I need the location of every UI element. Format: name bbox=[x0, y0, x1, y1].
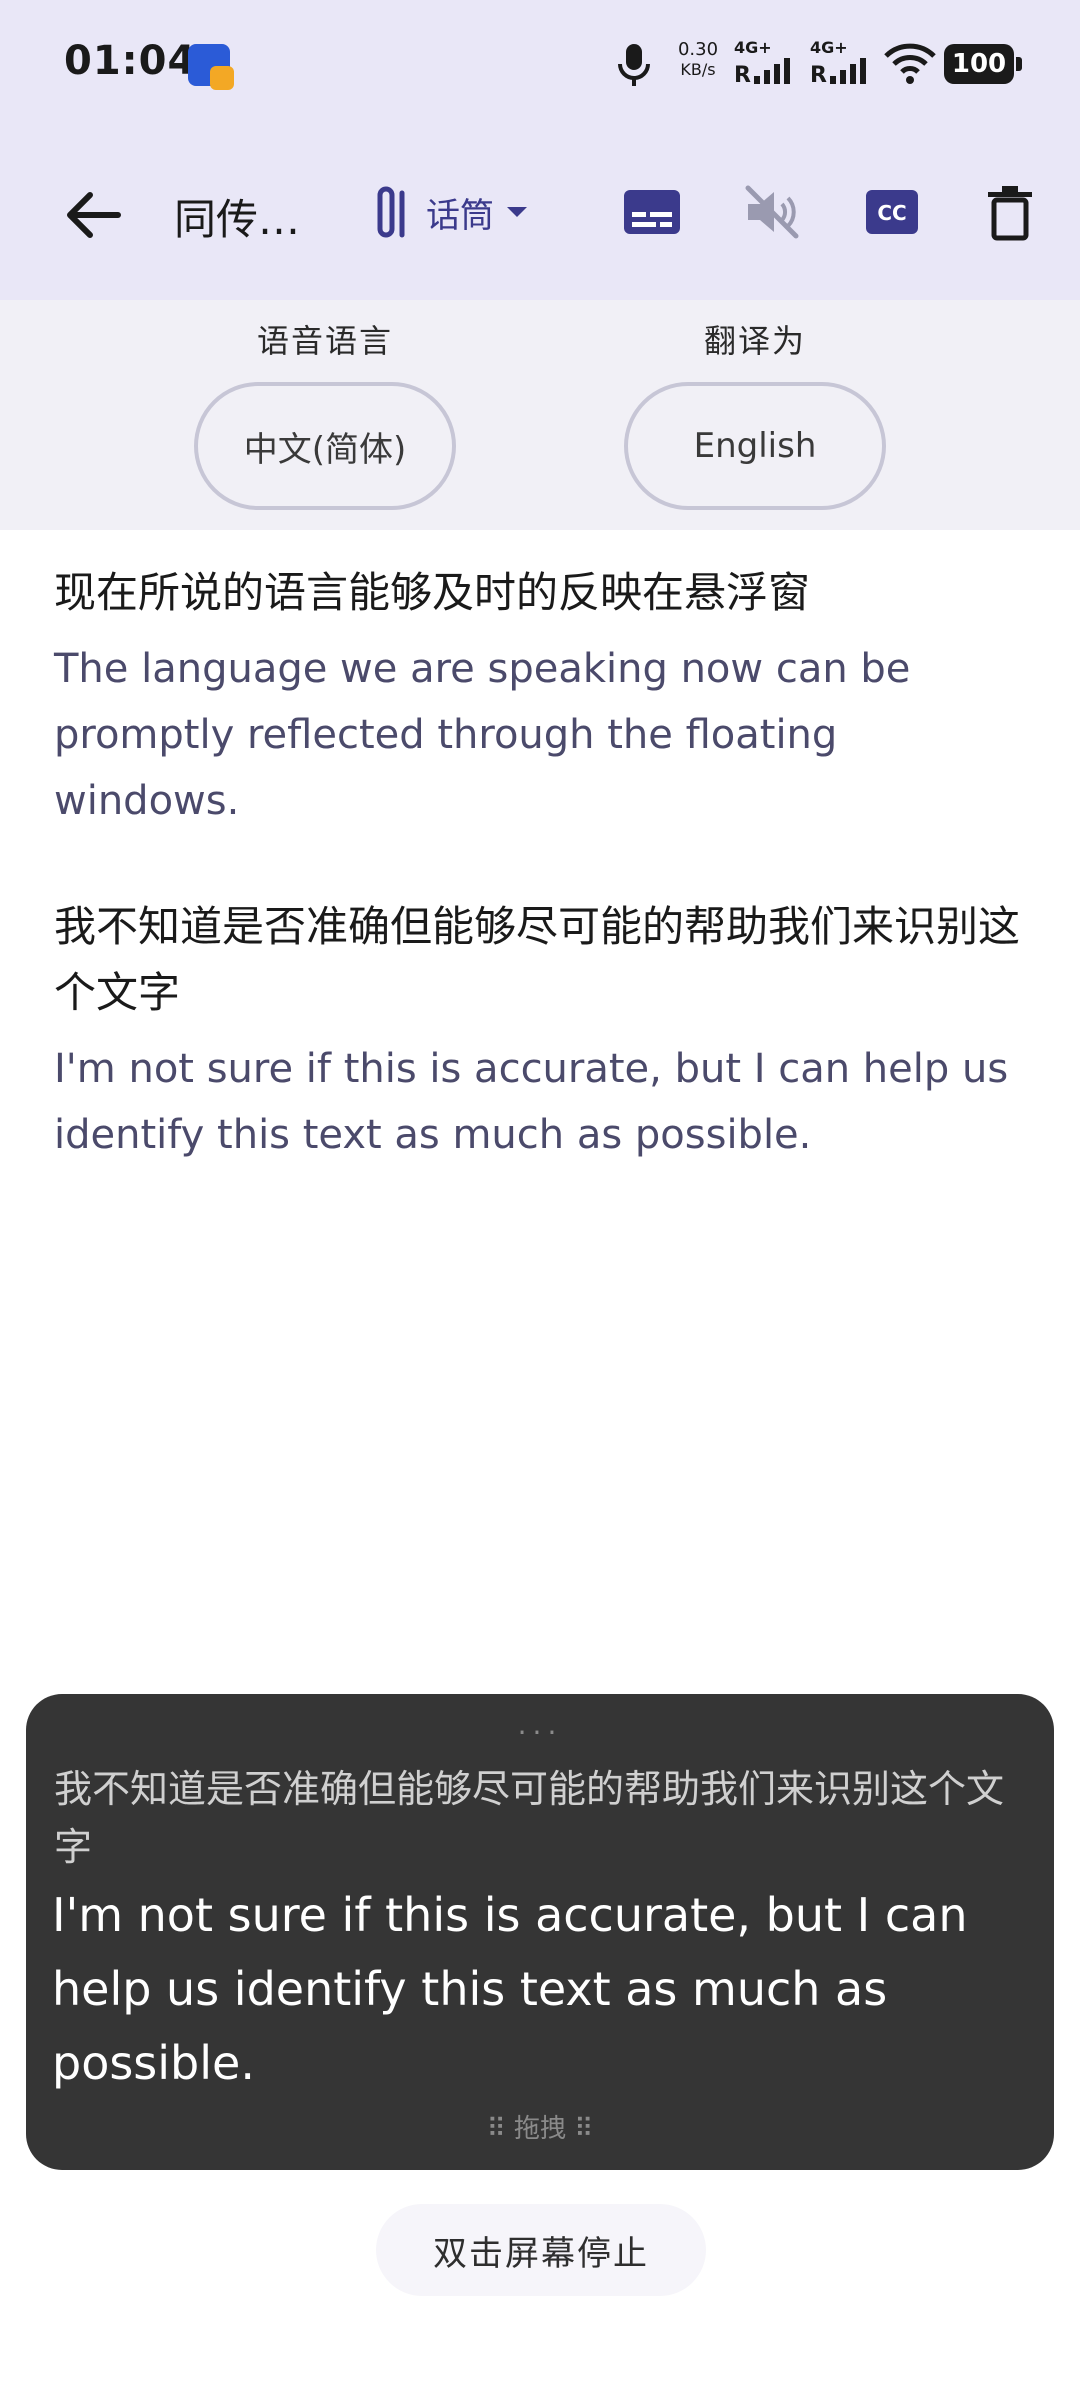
transcript-translation-text: The language we are speaking now can be … bbox=[54, 646, 911, 824]
svg-text:CC: CC bbox=[877, 201, 906, 225]
drag-handle[interactable]: ⠿ 拖拽 ⠿ bbox=[26, 2108, 1054, 2145]
sim2-signal: 4G+ R bbox=[810, 40, 876, 90]
svg-text:R: R bbox=[810, 63, 827, 86]
cell-signal-icon: R bbox=[810, 58, 866, 88]
target-language-group: 翻译为 English bbox=[620, 300, 890, 510]
transcript-entry: 现在所说的语言能够及时的反映在悬浮窗 The language we are s… bbox=[54, 560, 1024, 834]
network-speed-unit: KB/s bbox=[680, 60, 716, 79]
toolbar: 同传… 话筒 CC bbox=[0, 160, 1080, 260]
svg-text:R: R bbox=[734, 63, 751, 86]
translate-app-icon bbox=[188, 44, 234, 90]
speaker-muted-icon[interactable] bbox=[742, 182, 802, 242]
language-selector-bar: 语音语言 中文(简体) 翻译为 English bbox=[0, 300, 1080, 530]
input-mode-label: 话筒 bbox=[426, 195, 494, 236]
wifi-icon bbox=[884, 43, 936, 84]
status-bar: 01:04 0.30 KB/s 4G+ R 4G+ R 100 bbox=[0, 0, 1080, 130]
trash-icon[interactable] bbox=[980, 182, 1040, 242]
transcript-list: 现在所说的语言能够及时的反映在悬浮窗 The language we are s… bbox=[54, 560, 1024, 1228]
source-language-caption: 语音语言 bbox=[256, 322, 393, 360]
target-language-button[interactable]: English bbox=[624, 382, 886, 510]
status-time: 01:04 bbox=[64, 38, 197, 84]
chevron-down-icon bbox=[507, 207, 527, 217]
sim1-signal: 4G+ R bbox=[734, 40, 800, 90]
floating-window-handle[interactable]: ··· bbox=[26, 1716, 1054, 1749]
battery-indicator: 100 bbox=[944, 44, 1022, 84]
closed-caption-icon[interactable]: CC bbox=[862, 182, 922, 242]
network-speed-value: 0.30 bbox=[677, 39, 719, 60]
target-language-caption: 翻译为 bbox=[703, 322, 806, 360]
subtitles-icon[interactable] bbox=[622, 182, 682, 242]
sim1-label: 4G+ bbox=[734, 38, 772, 57]
header: 01:04 0.30 KB/s 4G+ R 4G+ R 100 同传… 话筒 C… bbox=[0, 0, 1080, 300]
floating-translation-text: I'm not sure if this is accurate, but I … bbox=[52, 1888, 968, 2090]
transcript-source-text: 我不知道是否准确但能够尽可能的帮助我们来识别这个文字 bbox=[54, 902, 1021, 1017]
source-language-group: 语音语言 中文(简体) bbox=[190, 300, 460, 510]
sim2-label: 4G+ bbox=[810, 38, 848, 57]
back-arrow-icon[interactable] bbox=[58, 180, 128, 250]
source-language-button[interactable]: 中文(简体) bbox=[194, 382, 456, 510]
input-mode-dropdown[interactable]: 话筒 bbox=[374, 182, 530, 242]
microphone-status-icon bbox=[618, 44, 650, 86]
transcript-translation-text: I'm not sure if this is accurate, but I … bbox=[54, 1046, 1009, 1158]
floating-source-text: 我不知道是否准确但能够尽可能的帮助我们来识别这个文字 bbox=[54, 1767, 1005, 1869]
cell-signal-icon: R bbox=[734, 58, 790, 88]
floating-window[interactable]: ··· 我不知道是否准确但能够尽可能的帮助我们来识别这个文字 I'm not s… bbox=[26, 1694, 1054, 2170]
transcript-source-text: 现在所说的语言能够及时的反映在悬浮窗 bbox=[54, 568, 811, 617]
network-speed: 0.30 KB/s bbox=[668, 40, 728, 80]
transcript-entry: 我不知道是否准确但能够尽可能的帮助我们来识别这个文字 I'm not sure … bbox=[54, 894, 1024, 1168]
stop-hint-button[interactable]: 双击屏幕停止 bbox=[376, 2204, 706, 2296]
microphone-mode-icon bbox=[377, 186, 405, 238]
page-title: 同传… bbox=[174, 195, 301, 244]
